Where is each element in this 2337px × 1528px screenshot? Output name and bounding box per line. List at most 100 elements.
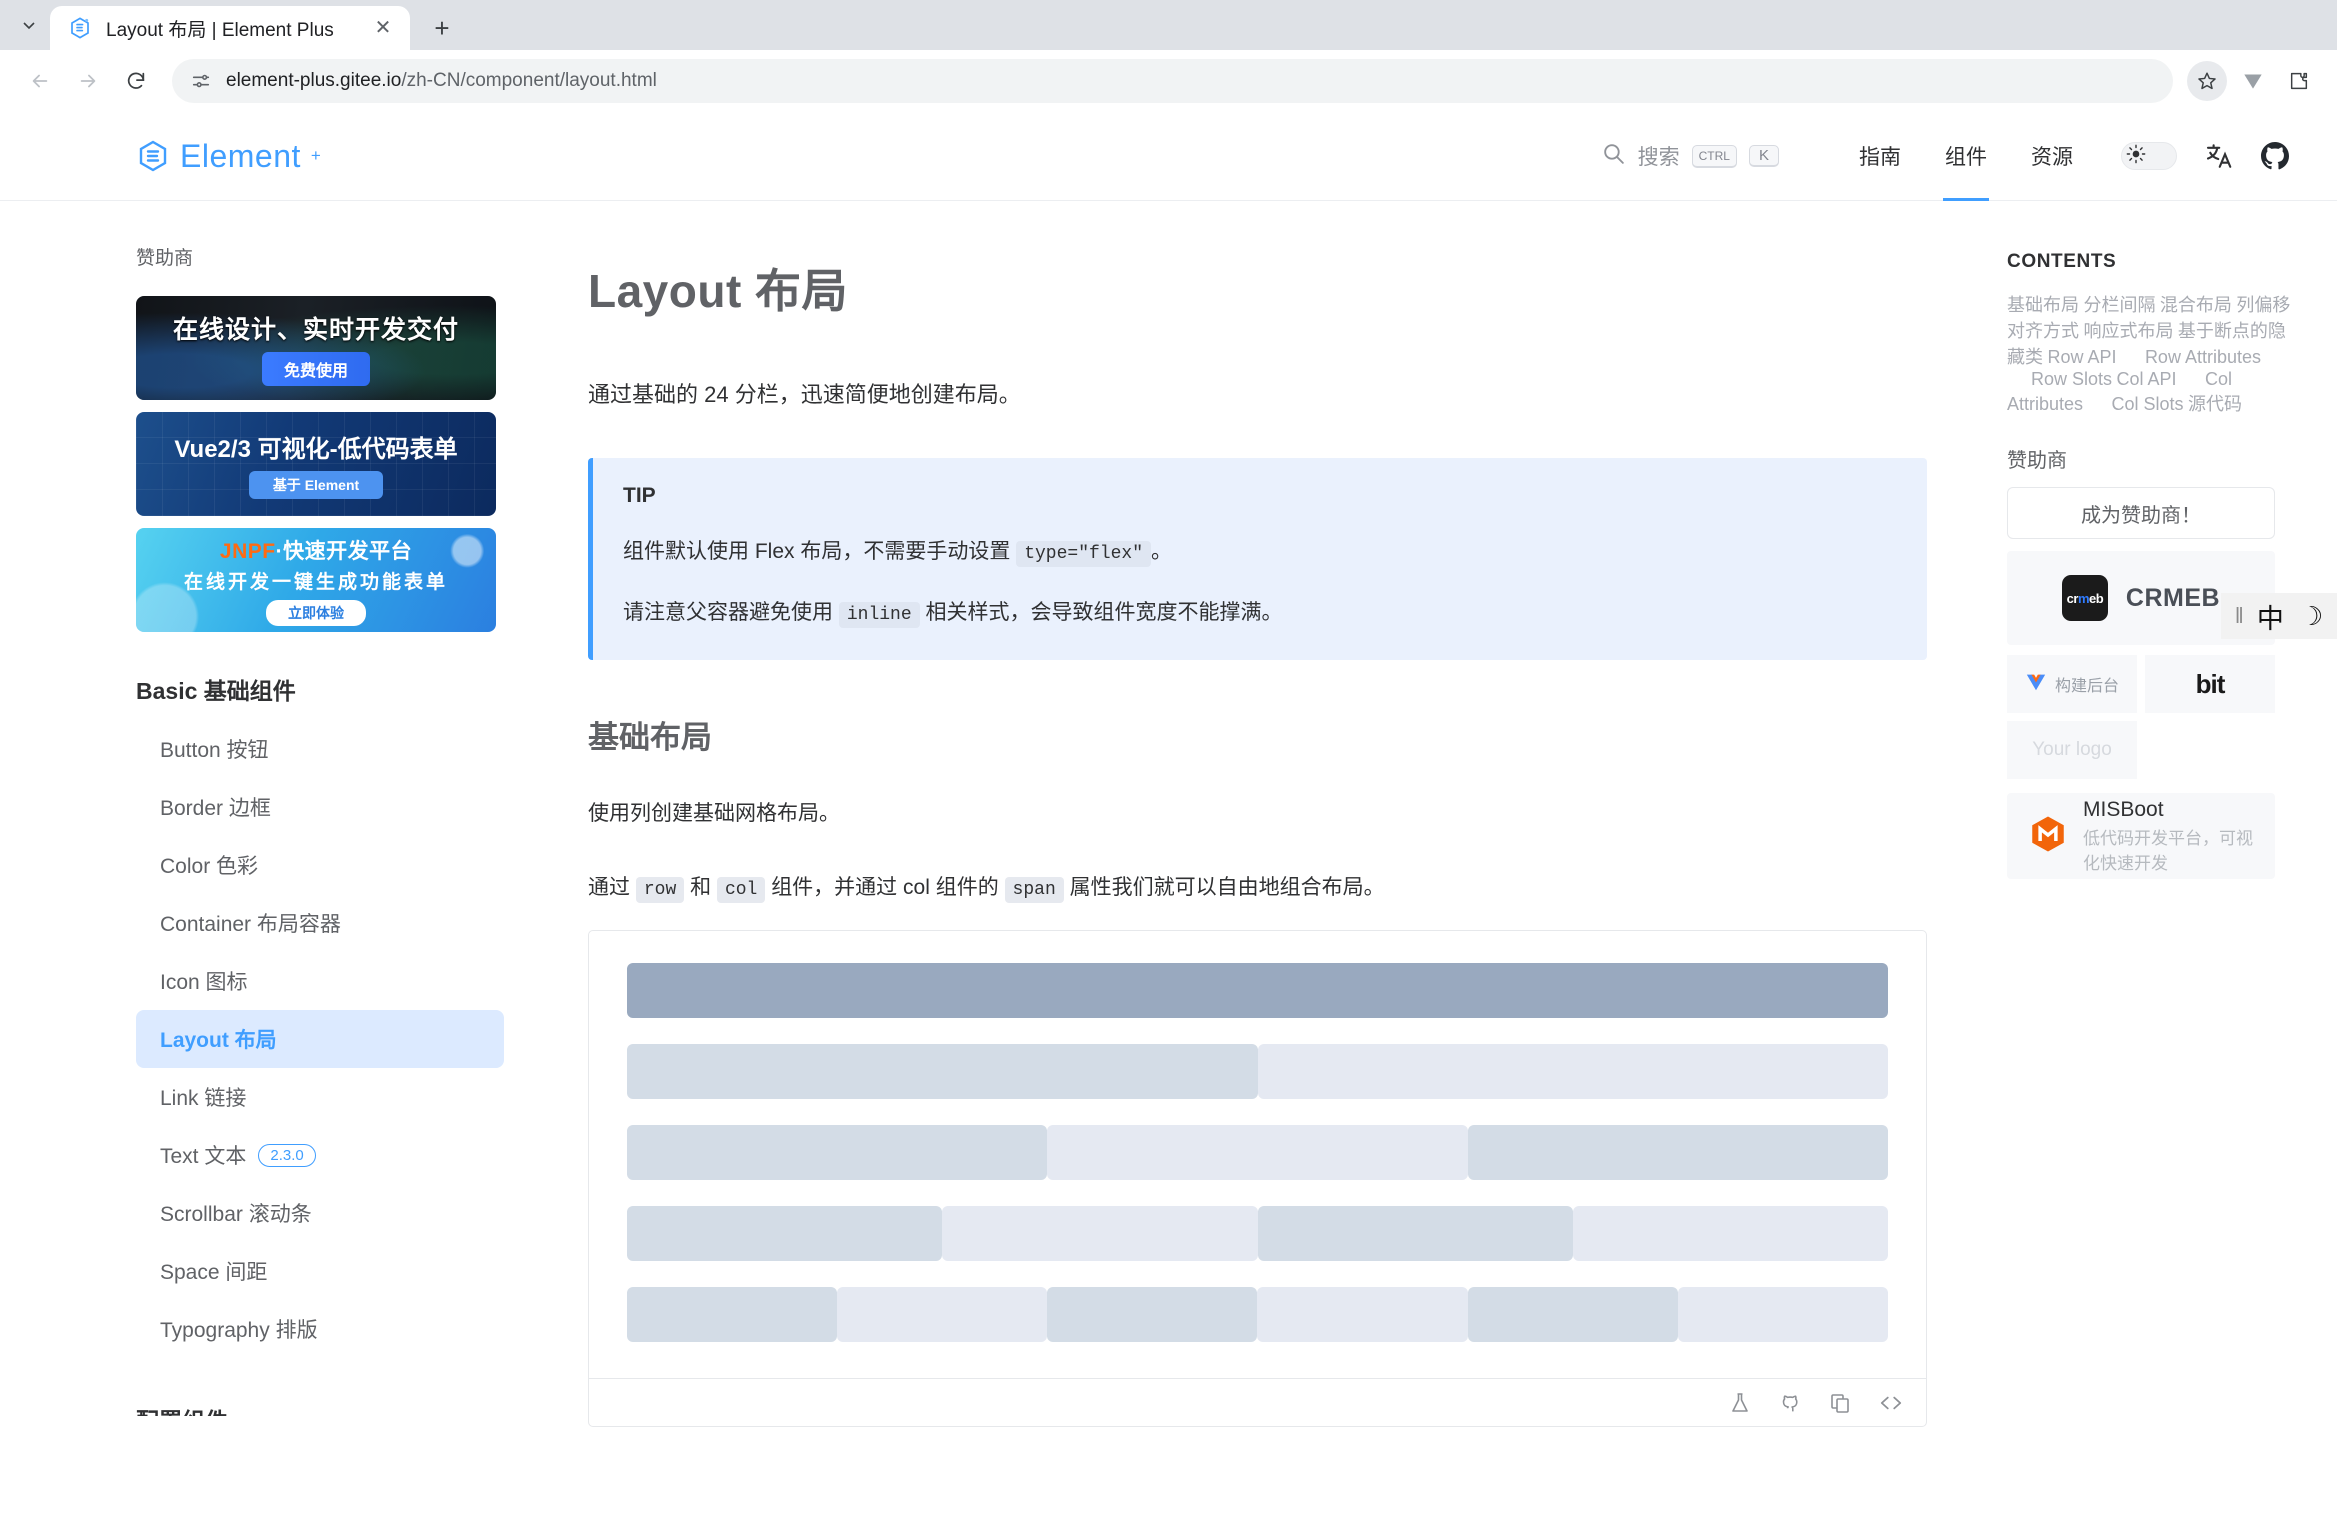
site-logo[interactable]: Element + <box>136 138 321 175</box>
sidebar-sponsor-title: 赞助商 <box>136 248 194 269</box>
sp2-code-row: row <box>635 876 685 903</box>
tip-paragraph-2: 请注意父容器避免使用 inline 相关样式，会导致组件宽度不能撑满。 <box>623 597 1897 630</box>
sidebar-item-border[interactable]: Border 边框 <box>136 778 504 836</box>
close-icon[interactable]: ✕ <box>370 15 396 41</box>
ad-3-button[interactable]: 立即体验 <box>266 599 366 626</box>
sidebar-item-label: Link 链接 <box>160 1087 247 1110</box>
crmeb-logo-icon: cr m eb <box>2061 575 2108 621</box>
grid-cell <box>627 1125 1048 1181</box>
sidebar-group-title: Basic 基础组件 <box>136 678 296 704</box>
sponsor-tile-your-logo[interactable]: Your logo <box>2007 721 2137 779</box>
right-sidebar: CONTENTS 基础布局 分栏间隔 混合布局 列偏移 对齐方式 响应式布局 基… <box>2007 201 2337 1528</box>
sidebar-next-group-title: 配置组件 <box>136 1402 508 1416</box>
new-tab-button[interactable]: + <box>420 6 464 50</box>
nav-item-resources[interactable]: 资源 <box>2009 112 2095 201</box>
sp2-code-span: span <box>1004 876 1064 903</box>
language-toggle[interactable]: 中 <box>2257 597 2284 636</box>
logo-text: Element <box>180 137 301 174</box>
floating-lang-theme-widget[interactable]: ‖ 中 ☽ <box>2221 593 2337 639</box>
logo-plus: + <box>310 146 321 165</box>
sidebar-item-label: Border 边框 <box>160 797 271 820</box>
nav-item-components[interactable]: 组件 <box>1923 112 2009 201</box>
sidebar-item-link[interactable]: Link 链接 <box>136 1068 504 1126</box>
sidebar-item-button[interactable]: Button 按钮 <box>136 720 504 778</box>
sidebar-item-text[interactable]: Text 文本 2.3.0 <box>136 1126 504 1184</box>
flask-icon[interactable] <box>1728 1391 1752 1415</box>
sp2-t1: 通过 <box>588 875 630 899</box>
sidebar-ad-1[interactable]: 在线设计、实时开发交付 免费使用 <box>136 296 496 400</box>
sp2-code-col: col <box>716 876 766 903</box>
ad-1-button[interactable]: 免费使用 <box>261 352 370 386</box>
github-icon[interactable] <box>1778 1391 1802 1415</box>
sidebar-item-label: Button 按钮 <box>160 739 269 762</box>
grid-cell <box>627 1287 838 1343</box>
reload-icon[interactable] <box>114 59 158 103</box>
bookmark-star-icon[interactable] <box>2187 61 2227 101</box>
sidebar-ad-2[interactable]: Vue2/3 可视化-低代码表单 基于 Element <box>136 412 496 516</box>
sidebar-item-label: Space 间距 <box>160 1261 268 1284</box>
sidebar-item-label: Text 文本 <box>160 1145 247 1168</box>
sidebar-ad-3[interactable]: JNPF·快速开发平台 在线开发一键生成功能表单 立即体验 <box>136 528 496 632</box>
sidebar-item-label: Container 布局容器 <box>160 913 341 936</box>
site-header: Element + 搜索 CTRL K 指南 组件 资源 <box>0 112 2337 201</box>
grid-cell <box>1257 1287 1468 1343</box>
copy-icon[interactable] <box>1828 1391 1852 1415</box>
toc-item-source-code[interactable]: 源代码 <box>2188 386 2242 422</box>
drag-handle-icon[interactable]: ‖ <box>2235 603 2244 629</box>
element-plus-logo-icon <box>139 140 167 172</box>
theme-toggle[interactable] <box>2121 142 2177 170</box>
tip-p1-before: 组件默认使用 Flex 布局，不需要手动设置 <box>623 540 1011 564</box>
url-path: /zh-CN/component/layout.html <box>401 70 657 91</box>
ad-2-button[interactable]: 基于 Element <box>248 471 384 499</box>
site-nav: 指南 组件 资源 <box>1837 112 2095 201</box>
become-sponsor-button[interactable]: 成为赞助商！ <box>2007 487 2275 539</box>
misboot-text: MISBoot 低代码开发平台，可视化快速开发 <box>2083 798 2255 874</box>
forward-icon[interactable] <box>66 59 110 103</box>
sidebar-item-container[interactable]: Container 布局容器 <box>136 894 504 952</box>
ad-1-headline: 在线设计、实时开发交付 <box>172 316 459 344</box>
browser-tab[interactable]: Layout 布局 | Element Plus ✕ <box>50 6 410 50</box>
sidebar-item-scrollbar[interactable]: Scrollbar 滚动条 <box>136 1184 504 1242</box>
element-plus-favicon-icon <box>68 16 92 40</box>
sp2-t4: 属性我们就可以自由地组合布局。 <box>1069 875 1385 899</box>
sponsor-label: 构建后台 <box>2054 678 2119 695</box>
sponsor-tile-vue-admin[interactable]: 构建后台 <box>2007 655 2137 713</box>
sun-icon <box>2126 144 2146 169</box>
kbd-ctrl: CTRL <box>1691 144 1737 168</box>
address-bar[interactable]: element-plus.gitee.io/zh-CN/component/la… <box>172 59 2173 103</box>
section-paragraph-2: 通过 row 和 col 组件，并通过 col 组件的 span 属性我们就可以… <box>588 871 1927 905</box>
download-icon[interactable] <box>2233 61 2273 101</box>
translate-icon[interactable] <box>2201 138 2237 174</box>
ad-3-brand-rest: ·快速开发平台 <box>275 539 413 563</box>
code-icon[interactable] <box>1878 1390 1904 1416</box>
demo-block <box>588 930 1927 1428</box>
nav-item-guide[interactable]: 指南 <box>1837 112 1923 201</box>
github-icon[interactable] <box>2257 138 2293 174</box>
toc-item-col-slots[interactable]: Col Slots <box>2088 386 2184 422</box>
moon-icon[interactable]: ☽ <box>2300 601 2323 632</box>
sidebar-item-layout[interactable]: Layout 布局 <box>136 1010 504 1068</box>
search-trigger[interactable]: 搜索 CTRL K <box>1601 141 1779 171</box>
tip-p2-code: inline <box>838 602 920 629</box>
sponsor-tile-bit[interactable]: bit <box>2145 655 2275 713</box>
ad-3-brand-jn: JNPF <box>219 539 276 563</box>
sidebar-item-label: Typography 排版 <box>160 1319 318 1342</box>
tip-callout: TIP 组件默认使用 Flex 布局，不需要手动设置 type="flex"。 … <box>588 458 1927 660</box>
site-settings-icon[interactable] <box>190 70 212 92</box>
header-actions: 搜索 CTRL K 指南 组件 资源 <box>1601 112 2303 201</box>
sponsor-card-misboot[interactable]: MISBoot 低代码开发平台，可视化快速开发 <box>2007 793 2275 879</box>
back-icon[interactable] <box>18 59 62 103</box>
sidebar-item-space[interactable]: Space 间距 <box>136 1242 504 1300</box>
browser-toolbar: element-plus.gitee.io/zh-CN/component/la… <box>0 50 2337 112</box>
extensions-puzzle-icon[interactable] <box>2279 61 2319 101</box>
grid-cell <box>1467 1125 1888 1181</box>
sidebar-item-color[interactable]: Color 色彩 <box>136 836 504 894</box>
address-bar-url: element-plus.gitee.io/zh-CN/component/la… <box>226 70 657 92</box>
tab-search-chevron-icon[interactable] <box>8 0 50 50</box>
sidebar-item-icon[interactable]: Icon 图标 <box>136 952 504 1010</box>
sponsor-tiles: 构建后台 bit Your logo <box>2007 655 2275 779</box>
tip-p1-code: type="flex" <box>1016 541 1152 568</box>
ad-3-headline: 在线开发一键生成功能表单 <box>183 571 448 593</box>
your-logo-placeholder: Your logo <box>2032 739 2112 760</box>
sidebar-item-typography[interactable]: Typography 排版 <box>136 1300 504 1358</box>
